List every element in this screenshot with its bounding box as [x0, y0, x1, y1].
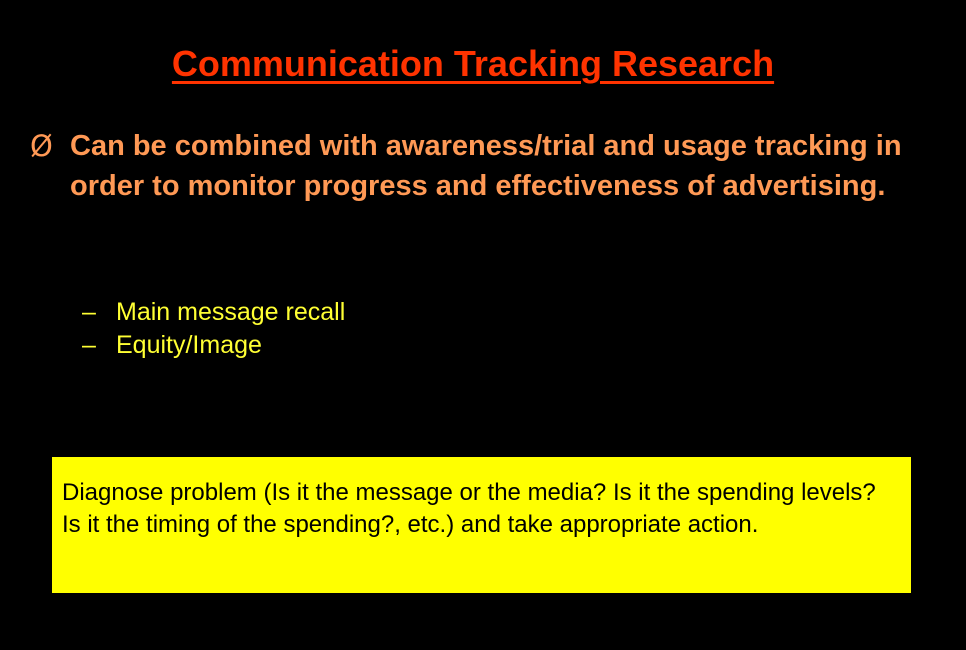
sub-bullet-text: Equity/Image: [116, 331, 262, 359]
slide-title: Communication Tracking Research: [171, 43, 775, 84]
main-bullet: Ø Can be combined with awareness/trial a…: [30, 126, 930, 206]
sub-bullet-list: – Main message recall – Equity/Image: [82, 296, 345, 362]
dash-bullet-icon: –: [82, 298, 96, 326]
arrow-bullet-icon: Ø: [30, 129, 53, 163]
sub-bullet-text: Main message recall: [116, 298, 346, 326]
sub-bullet-item: – Main message recall: [82, 296, 345, 329]
sub-bullet-item: – Equity/Image: [82, 329, 345, 362]
callout-text: Diagnose problem (Is it the message or t…: [62, 479, 876, 538]
dash-bullet-icon: –: [82, 331, 96, 359]
main-bullet-text: Can be combined with awareness/trial and…: [70, 130, 902, 202]
callout-box: Diagnose problem (Is it the message or t…: [52, 457, 911, 593]
